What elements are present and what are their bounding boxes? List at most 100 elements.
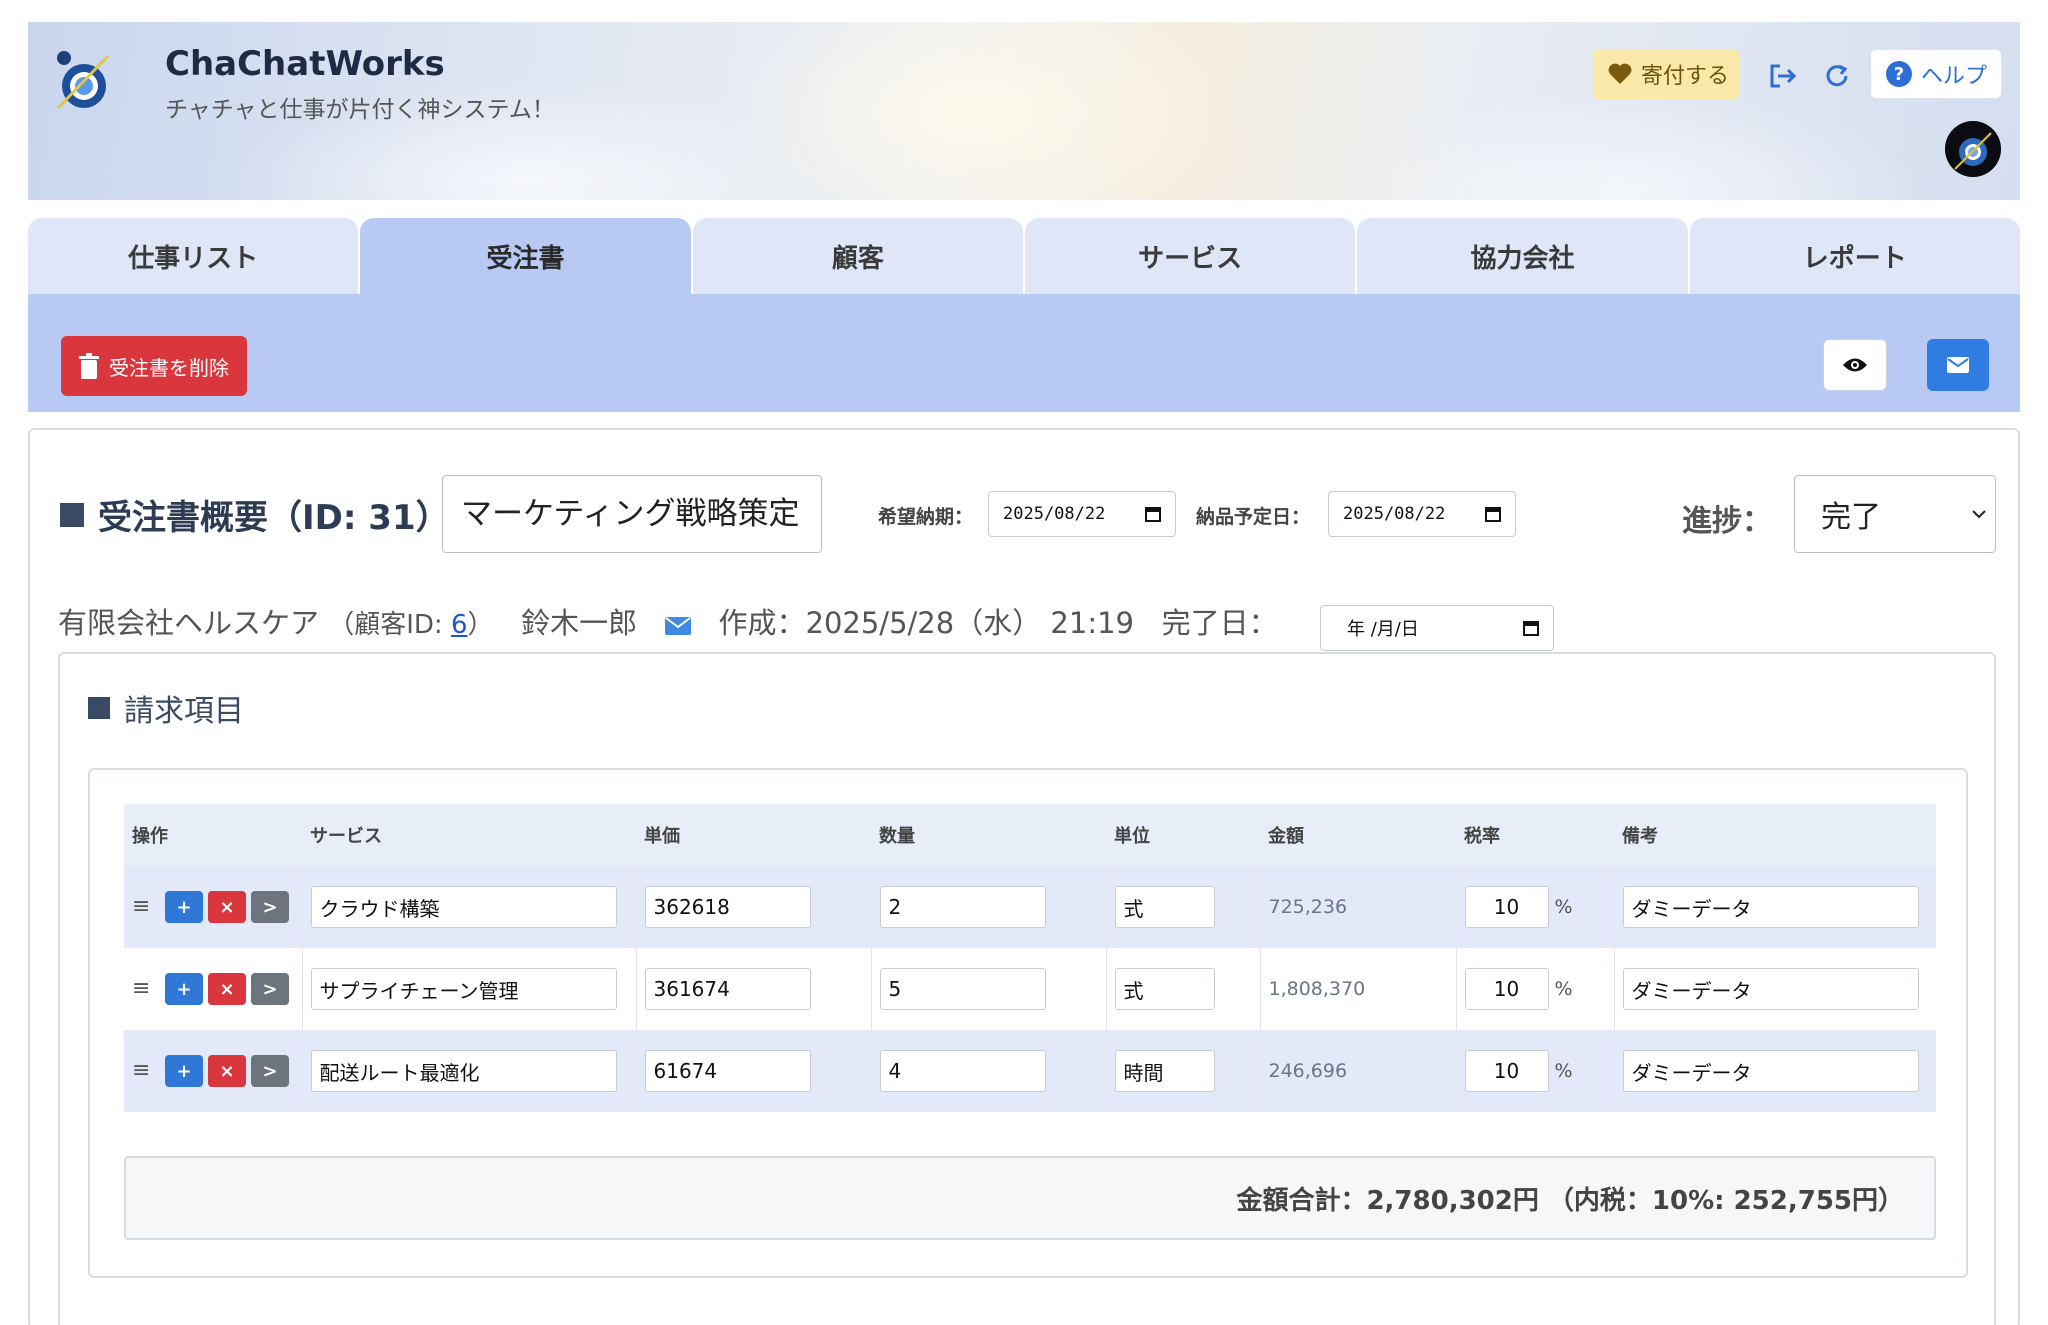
- service-input[interactable]: クラウド構築: [310, 886, 617, 928]
- tax-rate-input[interactable]: 10: [1464, 886, 1549, 928]
- app-title: ChaChatWorks: [165, 44, 445, 84]
- order-info-row: 有限会社ヘルスケア （顧客ID: 6） 鈴木一郎 作成：2025/5/28（水）…: [58, 600, 1278, 642]
- drag-handle-icon[interactable]: ≡: [132, 978, 154, 1000]
- desired-date-value: 2025/08/22: [1003, 504, 1106, 524]
- unit-price-input[interactable]: 362618: [644, 886, 811, 928]
- note-input[interactable]: ダミーデータ: [1622, 1050, 1919, 1092]
- percent-label: %: [1554, 896, 1573, 918]
- help-label: ヘルプ: [1921, 64, 1988, 89]
- tab-customers[interactable]: 顧客: [692, 218, 1023, 294]
- main-tabs: 仕事リスト 受注書 顧客 サービス 協力会社 レポート: [28, 218, 2020, 294]
- completed-label: 完了日：: [1161, 606, 1278, 640]
- add-row-button[interactable]: +: [165, 1055, 203, 1087]
- tax-rate-input[interactable]: 10: [1464, 968, 1549, 1010]
- avatar[interactable]: [1945, 121, 2001, 177]
- question-icon: ?: [1886, 61, 1912, 87]
- completed-date-input[interactable]: 年 /月/日: [1320, 605, 1554, 651]
- open-row-button[interactable]: >: [251, 891, 289, 923]
- drag-handle-icon[interactable]: ≡: [132, 896, 154, 918]
- amount-value: 1,808,370: [1268, 978, 1366, 1000]
- column-header: 操作: [124, 804, 302, 866]
- column-header: 数量: [871, 804, 1106, 866]
- quantity-input[interactable]: 5: [879, 968, 1046, 1010]
- add-row-button[interactable]: +: [165, 891, 203, 923]
- tab-partners[interactable]: 協力会社: [1357, 218, 1688, 294]
- help-button[interactable]: ? ヘルプ: [1870, 49, 2003, 99]
- service-input[interactable]: 配送ルート最適化: [310, 1050, 617, 1092]
- delete-row-button[interactable]: ×: [208, 891, 246, 923]
- percent-label: %: [1554, 1060, 1573, 1082]
- progress-select[interactable]: 完了: [1794, 475, 1996, 553]
- app-subtitle: チャチャと仕事が片付く神システム！: [165, 97, 555, 123]
- billing-title: 請求項目: [124, 694, 244, 729]
- delivery-date-value: 2025/08/22: [1343, 504, 1446, 524]
- svg-text:?: ?: [1894, 64, 1904, 85]
- heart-icon: [1608, 63, 1632, 84]
- app-logo-icon: [56, 51, 110, 110]
- customer-id-link[interactable]: 6: [451, 610, 468, 640]
- tab-job-list[interactable]: 仕事リスト: [28, 218, 359, 294]
- delete-order-button[interactable]: 受注書を削除: [61, 336, 247, 396]
- created-at: 作成：2025/5/28（水） 21:19: [718, 606, 1135, 640]
- app-header: ChaChatWorks チャチャと仕事が片付く神システム！ 寄付する ? ヘル…: [28, 22, 2020, 200]
- tax-rate-input[interactable]: 10: [1464, 1050, 1549, 1092]
- unit-input[interactable]: 式: [1114, 968, 1215, 1010]
- unit-input[interactable]: 時間: [1114, 1050, 1215, 1092]
- total-box: 金額合計：2,780,302円 （内税：10%: 252,755円）: [124, 1156, 1936, 1240]
- square-icon: [88, 697, 110, 719]
- total-amount: 金額合計：2,780,302円 （内税：10%: 252,755円）: [1236, 1185, 1904, 1216]
- quantity-input[interactable]: 2: [879, 886, 1046, 928]
- delete-row-button[interactable]: ×: [208, 1055, 246, 1087]
- desired-date-label: 希望納期：: [878, 506, 974, 528]
- note-input[interactable]: ダミーデータ: [1622, 886, 1919, 928]
- send-mail-button[interactable]: [1927, 339, 1989, 391]
- billing-items-card: 操作 サービス 単価 数量 単位 金額 税率 備考 ≡ + × > クラウド構築…: [88, 768, 1968, 1278]
- amount-value: 246,696: [1268, 1060, 1348, 1082]
- add-row-button[interactable]: +: [165, 973, 203, 1005]
- delivery-date-label: 納品予定日：: [1196, 506, 1311, 528]
- column-header: 金額: [1260, 804, 1456, 866]
- desired-date-input[interactable]: 2025/08/22: [988, 491, 1176, 537]
- order-card: 受注書概要（ID: 31） マーケティング戦略策定 希望納期： 2025/08/…: [28, 428, 2020, 1325]
- progress-value: 完了: [1821, 500, 1881, 535]
- table-row: ≡ + × > サプライチェーン管理 361674 5 式 1,808,370 …: [124, 948, 1936, 1030]
- calendar-icon: [1145, 507, 1161, 522]
- calendar-icon: [1523, 621, 1539, 636]
- table-row: ≡ + × > 配送ルート最適化 61674 4 時間 246,696 10% …: [124, 1030, 1936, 1112]
- order-name-input[interactable]: マーケティング戦略策定: [442, 475, 822, 553]
- preview-button[interactable]: [1823, 339, 1887, 391]
- open-row-button[interactable]: >: [251, 1055, 289, 1087]
- envelope-icon[interactable]: [664, 615, 691, 635]
- tab-order[interactable]: 受注書: [360, 218, 691, 294]
- square-icon: [60, 502, 84, 527]
- donate-label: 寄付する: [1641, 64, 1730, 89]
- drag-handle-icon[interactable]: ≡: [132, 1060, 154, 1082]
- delivery-date-input[interactable]: 2025/08/22: [1328, 491, 1516, 537]
- tab-reports[interactable]: レポート: [1689, 218, 2020, 294]
- calendar-icon: [1485, 507, 1501, 522]
- unit-input[interactable]: 式: [1114, 886, 1215, 928]
- chevron-down-icon: [1972, 510, 1986, 519]
- table-header-row: 操作 サービス 単価 数量 単位 金額 税率 備考: [124, 804, 1936, 866]
- tab-services[interactable]: サービス: [1024, 218, 1356, 294]
- delete-order-label: 受注書を削除: [109, 355, 229, 380]
- quantity-input[interactable]: 4: [879, 1050, 1046, 1092]
- amount-value: 725,236: [1268, 896, 1348, 918]
- billing-heading: 請求項目: [88, 686, 244, 730]
- customer-id-prefix: （顧客ID:: [328, 610, 451, 640]
- delete-row-button[interactable]: ×: [208, 973, 246, 1005]
- logout-icon[interactable]: [1763, 56, 1803, 96]
- unit-price-input[interactable]: 361674: [644, 968, 811, 1010]
- service-input[interactable]: サプライチェーン管理: [310, 968, 617, 1010]
- unit-price-input[interactable]: 61674: [644, 1050, 811, 1092]
- refresh-icon[interactable]: [1817, 56, 1857, 96]
- donate-button[interactable]: 寄付する: [1593, 49, 1740, 99]
- open-row-button[interactable]: >: [251, 973, 289, 1005]
- billing-items-table: 操作 サービス 単価 数量 単位 金額 税率 備考 ≡ + × > クラウド構築…: [124, 804, 1936, 1112]
- table-row: ≡ + × > クラウド構築 362618 2 式 725,236 10% ダミ…: [124, 866, 1936, 948]
- customer-name: 有限会社ヘルスケア: [58, 606, 320, 640]
- overview-heading: 受注書概要（ID: 31）: [60, 490, 450, 539]
- note-input[interactable]: ダミーデータ: [1622, 968, 1919, 1010]
- column-header: 税率: [1456, 804, 1614, 866]
- column-header: サービス: [302, 804, 636, 866]
